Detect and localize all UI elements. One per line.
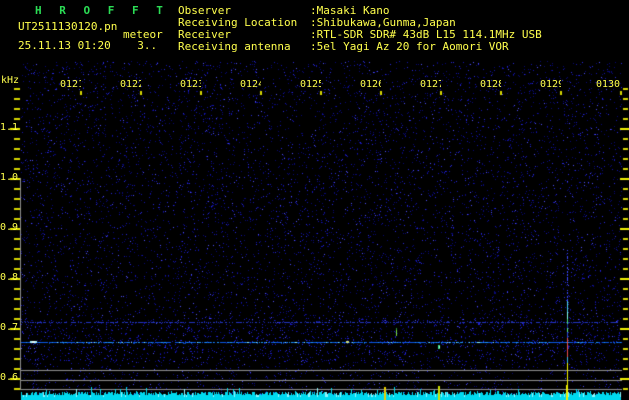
hrofft-screen: H R O F F T UT2511130120.pn meteor 25.11… bbox=[0, 0, 629, 400]
time-tick-label: 0123 bbox=[180, 79, 201, 90]
info-label-3: Receiving antenna bbox=[178, 40, 291, 53]
time-tick-label: 0125 bbox=[300, 79, 321, 90]
freq-tick-label: 0.6 bbox=[0, 372, 19, 383]
freq-tick-label: 1.0 bbox=[0, 172, 19, 183]
time-tick-label: 0122 bbox=[120, 79, 141, 90]
datetime-label: 25.11.13 01:20 3.. bbox=[18, 39, 158, 52]
time-tick-label: 0129 bbox=[540, 79, 561, 90]
time-tick-label: 0124 bbox=[240, 79, 261, 90]
y-axis-unit-label: kHz bbox=[1, 75, 20, 86]
time-tick-label: 0126 bbox=[360, 79, 381, 90]
time-tick-label: 0121 bbox=[60, 79, 81, 90]
freq-tick-label: 0.9 bbox=[0, 222, 19, 233]
app-title: H R O F F T bbox=[35, 4, 169, 17]
time-tick-label: 0130 bbox=[596, 79, 621, 90]
time-tick-label: 0128 bbox=[480, 79, 501, 90]
spectrogram-canvas bbox=[0, 0, 629, 400]
freq-tick-label: 1.1 bbox=[0, 122, 19, 133]
info-value-3: :5el Yagi Az 20 for Aomori VOR bbox=[310, 40, 509, 53]
filename-label: UT2511130120.pn bbox=[18, 20, 118, 33]
freq-tick-label: 0.7 bbox=[0, 322, 19, 333]
freq-tick-label: 0.8 bbox=[0, 272, 19, 283]
time-tick-label: 0127 bbox=[420, 79, 441, 90]
